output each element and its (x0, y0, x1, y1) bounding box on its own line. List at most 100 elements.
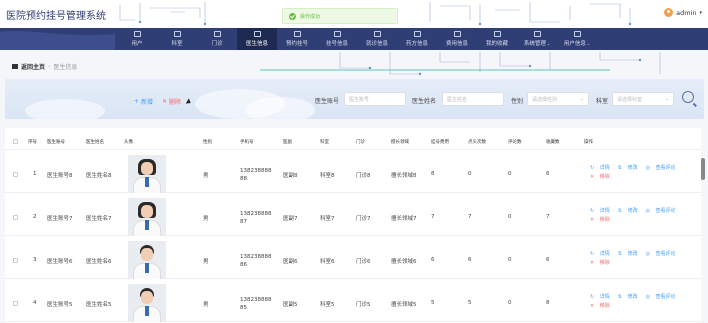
action-comments-button[interactable]: ◎ 查看评论 (646, 294, 680, 300)
cell-thumbs: 5 (468, 300, 472, 306)
action-comments-label: 查看评论 (655, 294, 676, 300)
action-detail-button[interactable]: ↻ 详情 (590, 251, 614, 257)
nav-item-5[interactable]: 挂号信息 (317, 28, 357, 50)
user-menu[interactable]: admin ▾ (664, 8, 702, 17)
nav-item-icon (213, 31, 221, 37)
account-filter-input[interactable]: 医生账号 (344, 92, 406, 106)
home-icon (12, 64, 18, 69)
cell-phone: 13823888885 (240, 297, 272, 311)
row-checkbox[interactable] (13, 301, 18, 306)
action-remove-button[interactable]: ✕ 移除 (590, 260, 614, 266)
cell-fee: 5 (431, 300, 435, 306)
name-filter-input[interactable]: 医生姓名 (442, 92, 504, 106)
action-comments-button[interactable]: ◎ 查看评论 (646, 208, 680, 214)
nav-item-11[interactable]: 用户信息⌄ (557, 28, 597, 50)
action-detail-button[interactable]: ↻ 详情 (590, 208, 614, 214)
cell-favorites: 6 (546, 171, 550, 177)
row-checkbox[interactable] (13, 215, 18, 220)
action-detail-button[interactable]: ↻ 详情 (590, 165, 614, 171)
caret-down-icon: ▾ (699, 9, 702, 16)
nav-item-10[interactable]: 系统管理⌄ (517, 28, 557, 50)
breadcrumb-home[interactable]: 返回主页 (21, 62, 45, 71)
cell-phone: 13823888888 (240, 168, 272, 182)
cell-name: 医生姓名6 (86, 259, 112, 265)
cloud-decoration (25, 99, 105, 119)
cell-fee: 6 (431, 257, 435, 263)
gender-select[interactable]: 请选择性别 ⌄ (527, 92, 589, 106)
action-edit-button[interactable]: ⇅ 修改 (618, 251, 642, 257)
nav-item-8[interactable]: 费用信息 (437, 28, 477, 50)
action-comments-icon: ◎ (645, 165, 652, 171)
gender-select-placeholder: 请选择性别 (532, 97, 558, 103)
action-edit-button[interactable]: ⇅ 修改 (618, 165, 642, 171)
name-filter-label: 医生姓名 (412, 98, 437, 105)
nav-item-6[interactable]: 就诊信息 (357, 28, 397, 50)
action-comments-label: 查看评论 (655, 251, 676, 257)
cell-clinic: 门诊8 (356, 173, 371, 179)
app-title: 医院预约挂号管理系统 (6, 11, 106, 22)
action-detail-label: 详情 (599, 208, 610, 214)
action-detail-button[interactable]: ↻ 详情 (590, 294, 614, 300)
select-all-checkbox[interactable] (13, 139, 18, 144)
column-header: 收藏数 (546, 140, 560, 145)
delete-button[interactable]: ✕ 删除 (162, 97, 181, 106)
nav-item-9[interactable]: 我的收藏 (477, 28, 517, 50)
doctor-avatar (128, 241, 166, 279)
user-avatar-icon (664, 8, 674, 17)
toast-message: 操作成功 (300, 14, 321, 20)
action-detail-icon: ↻ (590, 165, 596, 171)
action-remove-button[interactable]: ✕ 移除 (590, 217, 614, 223)
column-header: 挂号费用 (431, 140, 449, 145)
action-comments-button[interactable]: ◎ 查看评论 (646, 165, 680, 171)
close-icon: ✕ (162, 98, 168, 105)
dept-select-placeholder: 请选择科室 (617, 97, 643, 103)
account-filter-label: 医生账号 (315, 98, 340, 105)
action-edit-button[interactable]: ⇅ 修改 (618, 208, 642, 214)
nav-item-2[interactable]: 门诊 (197, 28, 237, 50)
cell-gender: 男 (203, 302, 209, 308)
nav-item-3[interactable]: 医生信息 (237, 28, 277, 50)
nav-item-1[interactable]: 科室 (157, 28, 197, 50)
doctor-avatar (128, 155, 166, 193)
cell-gender: 男 (203, 173, 209, 179)
action-remove-button[interactable]: ✕ 移除 (590, 303, 614, 309)
cell-index: 4 (33, 300, 37, 306)
row-checkbox[interactable] (13, 172, 18, 177)
action-comments-button[interactable]: ◎ 查看评论 (646, 251, 680, 257)
column-header: 性别 (203, 140, 212, 145)
cell-clinic: 门诊6 (356, 259, 371, 265)
add-button[interactable]: + 新增 (134, 97, 153, 106)
close-icon: ✕ (590, 303, 596, 309)
nav-item-label: 药方信息 (405, 41, 428, 47)
cell-dept: 科室8 (320, 173, 335, 179)
nav-item-label: 我的收藏 (485, 41, 508, 47)
cell-thumbs: 7 (468, 214, 472, 220)
action-comments-icon: ◎ (645, 208, 652, 214)
action-remove-button[interactable]: ✕ 移除 (590, 174, 614, 180)
nav-item-4[interactable]: 预约挂号 (277, 28, 317, 50)
column-header: 医生姓名 (86, 140, 104, 145)
action-edit-button[interactable]: ⇅ 修改 (618, 294, 642, 300)
cell-account: 医生账号7 (47, 216, 73, 222)
vertical-scrollbar[interactable] (701, 158, 705, 180)
search-icon[interactable] (682, 91, 694, 103)
action-edit-label: 修改 (627, 251, 638, 257)
dept-select[interactable]: 请选择科室 ⌄ (612, 92, 674, 106)
nav-item-0[interactable]: 用户 (117, 28, 157, 50)
column-header: 医生账号 (47, 140, 65, 145)
nav-item-label: 科室 (171, 41, 183, 47)
column-header: 序号 (28, 140, 37, 145)
row-checkbox[interactable] (13, 258, 18, 263)
cell-phone: 13823888886 (240, 254, 272, 268)
nav-item-icon (133, 31, 141, 37)
cell-field: 擅长领域7 (391, 216, 417, 222)
nav-item-icon (413, 31, 421, 37)
nav-wave-decoration (0, 31, 115, 50)
add-button-label: 新增 (141, 99, 154, 106)
action-edit-label: 修改 (627, 165, 638, 171)
check-circle-icon (289, 13, 296, 20)
cell-phone: 13823888887 (240, 211, 272, 225)
nav-item-7[interactable]: 药方信息 (397, 28, 437, 50)
action-edit-label: 修改 (627, 294, 638, 300)
top-bar: 医院预约挂号管理系统 操作成功 admin ▾ (0, 0, 708, 28)
